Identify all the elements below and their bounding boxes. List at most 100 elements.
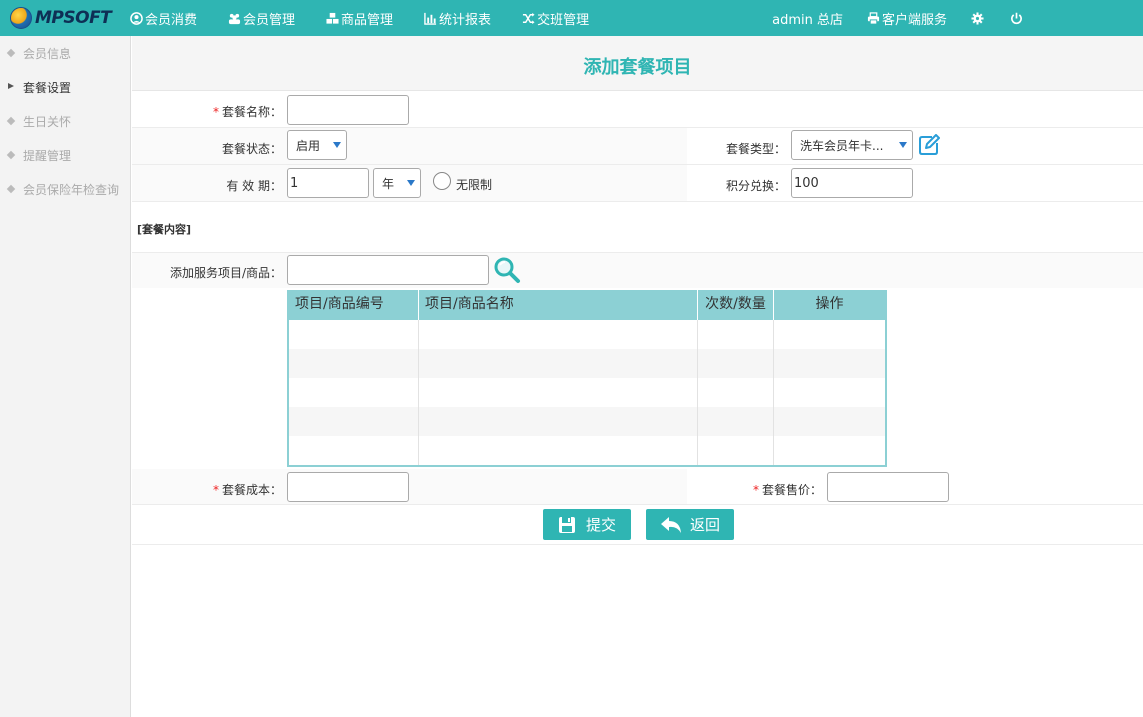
package-status-label: 套餐状态： bbox=[221, 142, 282, 156]
row-divider bbox=[132, 544, 1143, 545]
validity-label: 有 效 期： bbox=[226, 179, 282, 193]
shuffle-icon bbox=[522, 12, 535, 24]
package-name-label: * 套餐名称： bbox=[212, 105, 282, 119]
triangle-bullet-icon bbox=[8, 83, 14, 89]
validity-input[interactable]: 1 bbox=[287, 168, 369, 198]
row-divider bbox=[132, 201, 1143, 202]
gear-icon bbox=[971, 11, 984, 25]
package-items-table: 项目/商品编号 项目/商品名称 次数/数量 操作 bbox=[287, 290, 887, 467]
required-mark: * bbox=[212, 483, 219, 497]
row-divider bbox=[132, 504, 1143, 505]
table-row bbox=[289, 320, 885, 349]
sidebar: 会员信息 套餐设置 生日关怀 提醒管理 会员保险年检查询 bbox=[0, 36, 131, 717]
add-service-input[interactable] bbox=[287, 255, 489, 285]
unlimited-radio[interactable] bbox=[433, 172, 451, 190]
reply-arrow-icon bbox=[660, 516, 681, 533]
required-mark: * bbox=[212, 105, 219, 119]
package-cost-input[interactable] bbox=[287, 472, 409, 502]
nav-item-shift-management[interactable]: 交班管理 bbox=[522, 0, 589, 36]
nav-item-statistics-reports[interactable]: 统计报表 bbox=[424, 0, 491, 36]
form-row-add-service: 添加服务项目/商品： bbox=[132, 253, 1143, 288]
nav-label: 交班管理 bbox=[537, 12, 590, 28]
table-row bbox=[289, 378, 885, 407]
logo-text: MPSOFT bbox=[35, 8, 112, 28]
top-navbar: MPSOFT 会员消费 会员管理 商品管理 统计报表 交班管理 admin 总店 bbox=[0, 0, 1143, 36]
column-header: 项目/商品编号 bbox=[289, 290, 419, 320]
sidebar-item-package-settings[interactable]: 套餐设置 bbox=[0, 70, 130, 104]
cubes-icon bbox=[326, 12, 339, 24]
diamond-bullet-icon bbox=[6, 150, 16, 160]
add-service-label: 添加服务项目/商品： bbox=[169, 266, 282, 280]
top-right-menu: admin 总店 客户端服务 bbox=[772, 0, 1143, 36]
users-icon bbox=[228, 13, 241, 24]
points-exchange-input[interactable]: 100 bbox=[791, 168, 913, 198]
sidebar-item-insurance-inspection[interactable]: 会员保险年检查询 bbox=[0, 172, 130, 206]
sidebar-item-label: 生日关怀 bbox=[23, 114, 72, 129]
validity-unit-value: 年 bbox=[382, 176, 395, 191]
nav-label: 统计报表 bbox=[439, 12, 492, 28]
package-name-input[interactable] bbox=[287, 95, 409, 125]
nav-label: 会员消费 bbox=[145, 12, 198, 28]
nav-item-product-management[interactable]: 商品管理 bbox=[326, 0, 393, 36]
sidebar-item-reminder-management[interactable]: 提醒管理 bbox=[0, 138, 130, 172]
dropdown-arrow-icon bbox=[407, 180, 415, 186]
form-row-cost-price: * 套餐成本： * 套餐售价： bbox=[132, 469, 1143, 504]
form-row-package-name: * 套餐名称： bbox=[132, 91, 1143, 127]
power-icon bbox=[1011, 12, 1022, 24]
form-row-validity-points: 有 效 期： 1 年 无限制 积分兑换： 100 bbox=[132, 165, 1143, 201]
package-content-heading: [套餐内容] bbox=[137, 223, 192, 236]
package-price-label: * 套餐售价： bbox=[752, 483, 822, 497]
sidebar-item-label: 提醒管理 bbox=[23, 148, 72, 163]
back-button[interactable]: 返回 bbox=[646, 509, 734, 540]
edit-icon[interactable] bbox=[918, 134, 940, 156]
main-content: 添加套餐项目 * 套餐名称： 套餐状态： 启用 套餐类型： 洗车会员年卡... 有… bbox=[132, 36, 1143, 717]
column-header: 项目/商品名称 bbox=[419, 290, 698, 320]
user-store-label: admin 总店 bbox=[772, 12, 843, 28]
printer-icon bbox=[867, 11, 880, 25]
nav-label: 会员管理 bbox=[243, 12, 296, 28]
required-mark: * bbox=[752, 483, 759, 497]
column-header: 操作 bbox=[815, 296, 844, 312]
search-icon[interactable] bbox=[493, 256, 521, 284]
sidebar-item-member-info[interactable]: 会员信息 bbox=[0, 36, 130, 70]
form-row-status-type: 套餐状态： 启用 套餐类型： 洗车会员年卡... bbox=[132, 128, 1143, 164]
diamond-bullet-icon bbox=[6, 48, 16, 58]
table-row bbox=[289, 349, 885, 378]
back-label: 返回 bbox=[689, 516, 720, 534]
nav-item-member-management[interactable]: 会员管理 bbox=[228, 0, 295, 36]
client-service-link[interactable]: 客户端服务 bbox=[867, 9, 947, 28]
current-user-store[interactable]: admin 总店 bbox=[772, 9, 843, 28]
save-icon bbox=[558, 516, 575, 533]
logo[interactable]: MPSOFT bbox=[10, 7, 125, 29]
bar-chart-icon bbox=[424, 12, 437, 25]
dropdown-arrow-icon bbox=[333, 142, 341, 148]
submit-button[interactable]: 提交 bbox=[543, 509, 631, 540]
validity-unit-select[interactable]: 年 bbox=[373, 168, 421, 198]
nav-item-member-consumption[interactable]: 会员消费 bbox=[130, 0, 197, 36]
sidebar-item-birthday-care[interactable]: 生日关怀 bbox=[0, 104, 130, 138]
package-type-select[interactable]: 洗车会员年卡... bbox=[791, 130, 913, 160]
main-nav: 会员消费 会员管理 商品管理 统计报表 交班管理 bbox=[130, 0, 620, 36]
package-content-section: [套餐内容] bbox=[132, 214, 1143, 244]
column-header: 次数/数量 bbox=[698, 290, 774, 320]
submit-label: 提交 bbox=[585, 516, 616, 534]
package-price-input[interactable] bbox=[827, 472, 949, 502]
table-row bbox=[289, 407, 885, 436]
settings-button[interactable] bbox=[971, 11, 986, 25]
globe-logo-icon bbox=[10, 7, 32, 29]
package-status-select[interactable]: 启用 bbox=[287, 130, 347, 160]
table-row bbox=[289, 436, 885, 465]
points-exchange-label: 积分兑换： bbox=[725, 179, 786, 193]
sidebar-item-label: 会员信息 bbox=[23, 46, 72, 61]
package-type-value: 洗车会员年卡... bbox=[800, 138, 884, 153]
logout-button[interactable] bbox=[1010, 12, 1025, 25]
package-status-value: 启用 bbox=[296, 138, 321, 153]
diamond-bullet-icon bbox=[6, 116, 16, 126]
nav-label: 商品管理 bbox=[341, 12, 394, 28]
sidebar-item-label: 会员保险年检查询 bbox=[23, 182, 120, 197]
client-service-label: 客户端服务 bbox=[881, 12, 947, 28]
user-circle-icon bbox=[130, 11, 143, 25]
table-header: 项目/商品编号 项目/商品名称 次数/数量 操作 bbox=[289, 290, 885, 320]
page-header: 添加套餐项目 bbox=[132, 36, 1143, 91]
package-type-label: 套餐类型： bbox=[725, 142, 786, 156]
